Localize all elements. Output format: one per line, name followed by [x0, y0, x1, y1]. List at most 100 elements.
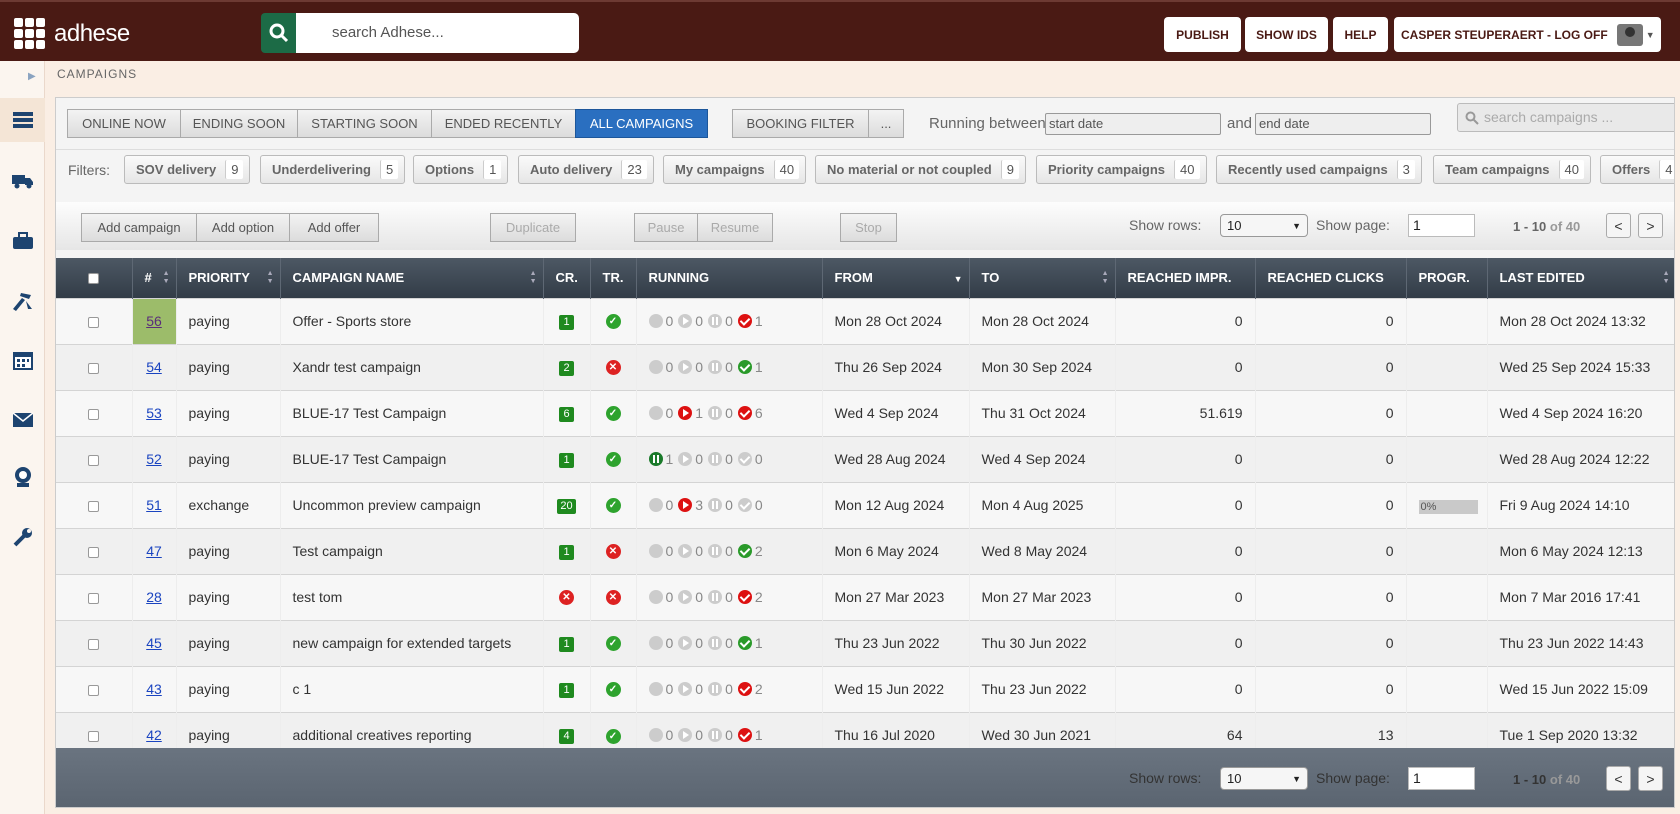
campaign-id-link[interactable]: 28: [146, 589, 162, 605]
campaign-name-cell[interactable]: Xandr test campaign: [280, 343, 544, 390]
prev-page-button[interactable]: <: [1606, 213, 1631, 238]
table-row[interactable]: 51 exchange Uncommon preview campaign 20…: [56, 481, 1674, 528]
campaign-name-cell[interactable]: Uncommon preview campaign: [280, 481, 544, 528]
tab-ending-soon[interactable]: ENDING SOON: [180, 109, 298, 138]
page-input-bottom[interactable]: 1: [1408, 767, 1475, 790]
row-checkbox[interactable]: [88, 362, 100, 374]
creatives-badge[interactable]: 1: [559, 637, 574, 652]
add-campaign-button[interactable]: Add campaign: [81, 213, 197, 242]
row-checkbox[interactable]: [88, 684, 100, 696]
sidebar-item-delivery[interactable]: [0, 159, 45, 203]
filter-team-campaigns[interactable]: Team campaigns 40: [1433, 155, 1591, 184]
filter-offers[interactable]: Offers 4: [1600, 155, 1674, 184]
campaign-id-link[interactable]: 54: [146, 359, 162, 375]
row-checkbox[interactable]: [88, 408, 100, 420]
table-row[interactable]: 47 paying Test campaign 1 ✕ 0002 Mon 6 M…: [56, 527, 1674, 574]
row-checkbox[interactable]: [88, 546, 100, 558]
campaign-id-link[interactable]: 47: [146, 543, 162, 559]
rows-select[interactable]: 10 ▼: [1220, 214, 1308, 237]
start-date-input[interactable]: start date: [1045, 113, 1221, 135]
row-checkbox[interactable]: [88, 454, 100, 466]
end-date-input[interactable]: end date: [1255, 113, 1431, 135]
row-checkbox[interactable]: [88, 316, 100, 328]
campaign-name-cell[interactable]: test tom: [280, 573, 544, 620]
publish-button[interactable]: PUBLISH: [1164, 17, 1241, 52]
user-menu-button[interactable]: CASPER STEUPERAERT - LOG OFF ▼: [1394, 17, 1661, 52]
campaign-id-link[interactable]: 45: [146, 635, 162, 651]
logo[interactable]: adhese: [14, 18, 130, 49]
filter-auto-delivery[interactable]: Auto delivery 23: [518, 155, 654, 184]
prev-page-button-bottom[interactable]: <: [1606, 766, 1631, 791]
sidebar-toggle-icon[interactable]: ▶: [28, 71, 36, 82]
stop-button[interactable]: Stop: [840, 213, 897, 242]
help-button[interactable]: HELP: [1333, 17, 1388, 52]
filter-no-material[interactable]: No material or not coupled 9: [815, 155, 1026, 184]
sidebar-item-messages[interactable]: [0, 398, 45, 442]
add-offer-button[interactable]: Add offer: [289, 213, 379, 242]
creatives-badge[interactable]: 6: [559, 407, 574, 422]
creatives-badge[interactable]: 20: [557, 499, 576, 514]
campaign-id-link[interactable]: 52: [146, 451, 162, 467]
filter-underdelivering[interactable]: Underdelivering 5: [260, 155, 406, 184]
sidebar-item-calendar[interactable]: [0, 338, 45, 382]
sidebar-item-campaigns[interactable]: [0, 98, 45, 142]
tab-all-campaigns[interactable]: ALL CAMPAIGNS: [575, 109, 708, 138]
pause-button[interactable]: Pause: [634, 213, 698, 242]
search-input[interactable]: search Adhese...: [296, 13, 579, 53]
campaign-id-link[interactable]: 42: [146, 727, 162, 743]
table-row[interactable]: 52 paying BLUE-17 Test Campaign 1 ✓ 1000…: [56, 435, 1674, 482]
add-option-button[interactable]: Add option: [196, 213, 290, 242]
show-ids-button[interactable]: SHOW IDS: [1245, 17, 1328, 52]
table-row[interactable]: 54 paying Xandr test campaign 2 ✕ 0001 T…: [56, 343, 1674, 390]
campaign-search-input[interactable]: search campaigns ...: [1457, 103, 1674, 132]
column-header-to[interactable]: TO ▲ ▼: [969, 258, 1116, 298]
sidebar-item-advertisers[interactable]: [0, 219, 45, 263]
next-page-button[interactable]: >: [1638, 213, 1663, 238]
filter-recently-used[interactable]: Recently used campaigns 3: [1216, 155, 1422, 184]
filter-sov-delivery[interactable]: SOV delivery 9: [124, 155, 251, 184]
creatives-badge[interactable]: 1: [559, 683, 574, 698]
row-checkbox[interactable]: [88, 500, 100, 512]
campaign-name-cell[interactable]: BLUE-17 Test Campaign: [280, 389, 544, 436]
row-checkbox[interactable]: [88, 592, 100, 604]
booking-more-button[interactable]: ...: [868, 109, 904, 138]
creatives-badge[interactable]: 1: [559, 315, 574, 330]
column-header-id[interactable]: # ▲ ▼: [132, 258, 177, 298]
table-row[interactable]: 43 paying c 1 1 ✓ 0002 Wed 15 Jun 2022 T…: [56, 665, 1674, 712]
campaign-name-cell[interactable]: Offer - Sports store: [280, 297, 544, 344]
resume-button[interactable]: Resume: [697, 213, 773, 242]
filter-options[interactable]: Options 1: [413, 155, 509, 184]
creatives-badge[interactable]: 2: [559, 361, 574, 376]
column-header-priority[interactable]: PRIORITY ▲ ▼: [176, 258, 281, 298]
campaign-id-link[interactable]: 53: [146, 405, 162, 421]
row-checkbox[interactable]: [88, 638, 100, 650]
table-row[interactable]: 28 paying test tom ✕ ✕ 0002 Mon 27 Mar 2…: [56, 573, 1674, 620]
filter-priority-campaigns[interactable]: Priority campaigns 40: [1036, 155, 1207, 184]
booking-filter-button[interactable]: BOOKING FILTER: [732, 109, 869, 138]
filter-my-campaigns[interactable]: My campaigns 40: [663, 155, 807, 184]
campaign-name-cell[interactable]: c 1: [280, 665, 544, 712]
sidebar-item-users[interactable]: [0, 455, 45, 499]
column-header-name[interactable]: CAMPAIGN NAME ▲ ▼: [280, 258, 544, 298]
tab-starting-soon[interactable]: STARTING SOON: [297, 109, 432, 138]
search-button[interactable]: [261, 13, 296, 53]
duplicate-button[interactable]: Duplicate: [490, 213, 576, 242]
rows-select-bottom[interactable]: 10 ▼: [1220, 767, 1308, 790]
campaign-id-link[interactable]: 43: [146, 681, 162, 697]
campaign-name-cell[interactable]: new campaign for extended targets: [280, 619, 544, 666]
campaign-name-cell[interactable]: BLUE-17 Test Campaign: [280, 435, 544, 482]
column-header-last-edited[interactable]: LAST EDITED ▲ ▼: [1487, 258, 1674, 298]
column-header-from[interactable]: FROM ▼: [822, 258, 970, 298]
table-row[interactable]: 45 paying new campaign for extended targ…: [56, 619, 1674, 666]
row-checkbox[interactable]: [88, 731, 100, 743]
next-page-button-bottom[interactable]: >: [1638, 766, 1663, 791]
select-all-checkbox[interactable]: [88, 273, 100, 285]
campaign-id-link[interactable]: 51: [146, 497, 162, 513]
creatives-badge[interactable]: 1: [559, 545, 574, 560]
sidebar-item-tools[interactable]: [0, 278, 45, 322]
creatives-badge[interactable]: 4: [559, 729, 574, 745]
table-row[interactable]: 56 paying Offer - Sports store 1 ✓ 0001 …: [56, 297, 1674, 344]
sidebar-item-settings[interactable]: [0, 515, 45, 559]
table-row[interactable]: 53 paying BLUE-17 Test Campaign 6 ✓ 0 1 0 6…: [56, 389, 1674, 436]
campaign-name-cell[interactable]: Test campaign: [280, 527, 544, 574]
